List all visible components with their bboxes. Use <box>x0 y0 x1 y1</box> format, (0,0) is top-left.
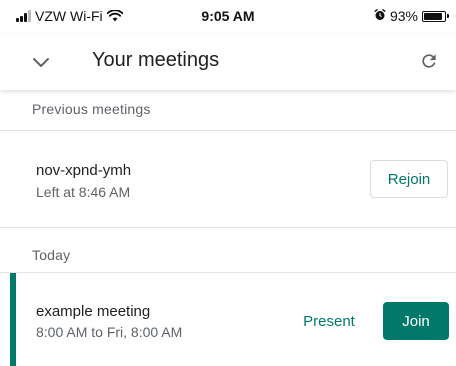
previous-meetings-label: Previous meetings <box>32 101 151 117</box>
meeting-name: nov-xpnd-ymh <box>36 162 132 179</box>
page-title: Your meetings <box>92 49 220 71</box>
previous-meetings-header: Previous meetings <box>0 90 456 130</box>
meeting-name: example meeting <box>36 303 151 320</box>
previous-meeting-row[interactable]: nov-xpnd-ymh Left at 8:46 AM Rejoin <box>0 131 456 227</box>
today-meeting-row[interactable]: example meeting 8:00 AM to Fri, 8:00 AM … <box>0 273 456 366</box>
meeting-detail: 8:00 AM to Fri, 8:00 AM <box>36 324 183 340</box>
meeting-detail: Left at 8:46 AM <box>36 184 131 200</box>
alarm-icon <box>374 8 386 24</box>
current-meeting-indicator <box>10 273 16 366</box>
today-label: Today <box>32 247 71 263</box>
battery-fill <box>424 12 443 20</box>
battery-percent: 93% <box>389 8 418 24</box>
join-button[interactable]: Join <box>383 302 449 340</box>
chevron-down-icon[interactable] <box>30 52 52 74</box>
app-header: Your meetings <box>0 34 456 90</box>
status-right: 93% <box>374 8 449 24</box>
present-button[interactable]: Present <box>292 302 366 340</box>
status-bar: VZW Wi-Fi 9:05 AM 93% <box>0 0 456 34</box>
refresh-icon[interactable] <box>416 48 442 74</box>
today-header: Today <box>0 228 456 268</box>
rejoin-button[interactable]: Rejoin <box>370 160 448 198</box>
battery-icon <box>422 10 449 22</box>
